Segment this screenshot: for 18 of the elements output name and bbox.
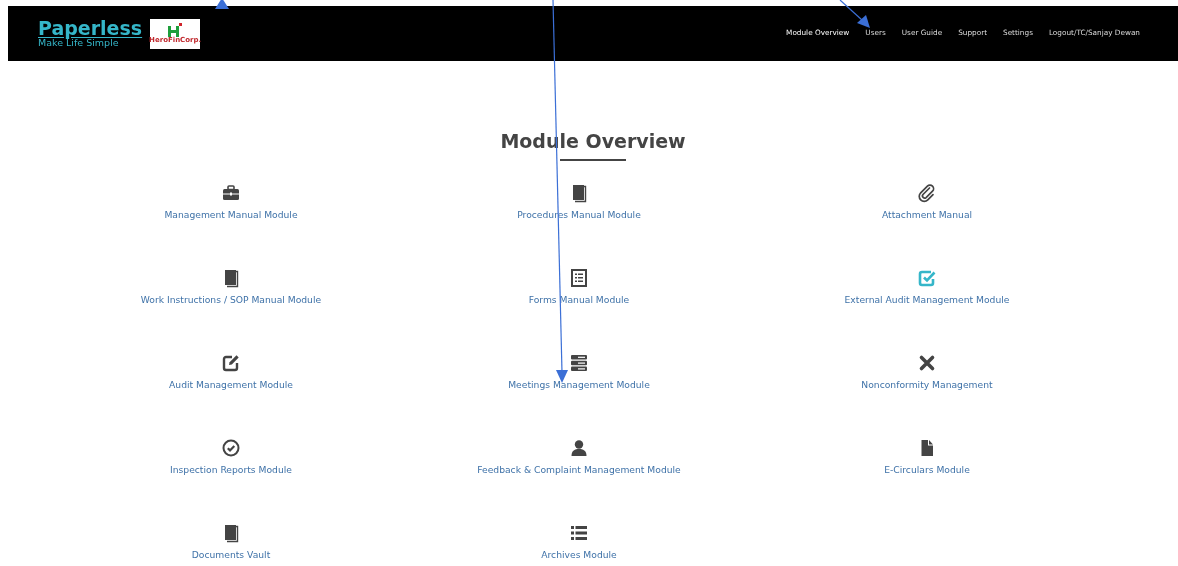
module-link[interactable]: Meetings Management Module [508, 378, 650, 390]
module-link[interactable]: Archives Module [541, 549, 617, 561]
module-link[interactable]: Inspection Reports Module [170, 464, 292, 475]
module-link[interactable]: Work Instructions / SOP Manual Module [140, 293, 322, 305]
module-link[interactable]: Documents Vault [191, 549, 271, 561]
module-link[interactable]: Management Manual Module [164, 208, 298, 220]
module-link[interactable]: Feedback & Complaint Management Module [477, 464, 681, 475]
annotation-arrow [215, 0, 229, 9]
module-link[interactable]: E-Circulars Module [884, 464, 970, 475]
module-link[interactable]: External Audit Management Module [844, 293, 1010, 305]
annotation-arrow [839, 0, 870, 28]
h-mark-icon [167, 23, 184, 37]
title-underline [560, 158, 626, 161]
logo-tagline: Make Life Simple [38, 38, 119, 48]
module-link[interactable]: Nonconformity Management [861, 378, 993, 390]
logo-title[interactable]: Paperless [38, 19, 143, 39]
module-link[interactable]: Audit Management Module [169, 378, 293, 390]
module-link[interactable]: Attachment Manual [881, 208, 973, 220]
